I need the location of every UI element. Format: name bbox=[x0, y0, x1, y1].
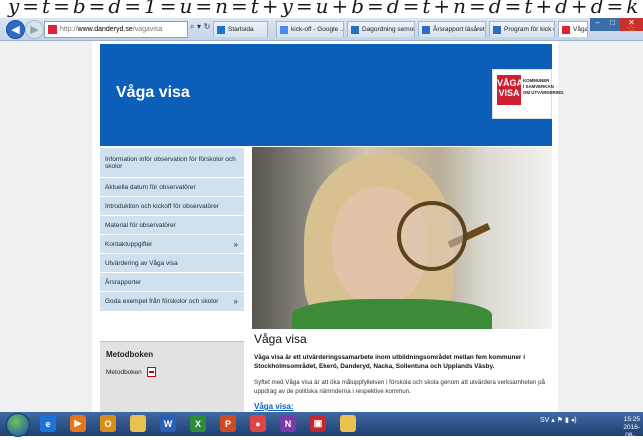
clock-time: 15:25 bbox=[623, 416, 640, 423]
sidebar-menu-item[interactable]: Material för observatörer bbox=[100, 216, 244, 235]
double-chevron-right-icon: » bbox=[233, 297, 238, 306]
ie-icon[interactable]: e bbox=[40, 415, 56, 432]
doc-icon bbox=[422, 25, 430, 34]
page-container: Våga visa VÅGA VISA KOMMUNER I SAMVERKAN… bbox=[92, 41, 564, 412]
onenote-icon[interactable]: N bbox=[280, 415, 296, 432]
main-content: Våga visa Våga visa är ett utvärderingss… bbox=[254, 332, 550, 411]
word-icon[interactable]: W bbox=[160, 415, 176, 432]
browser-tab-label: Våga visa - Dan... bbox=[573, 26, 588, 33]
site-header: Våga visa VÅGA VISA KOMMUNER I SAMVERKAN… bbox=[100, 44, 564, 146]
home-icon[interactable]: ⌂ bbox=[610, 22, 617, 34]
metodboken-link[interactable]: Metodboken bbox=[106, 367, 156, 377]
folder-icon[interactable] bbox=[130, 415, 146, 432]
browser-tab-label: Årsrapport läsåret ... bbox=[433, 26, 485, 33]
minimize-button[interactable]: – bbox=[590, 18, 605, 31]
site-icon bbox=[562, 25, 570, 34]
sidebar-menu-item-label: Material för observatörer bbox=[105, 221, 176, 229]
logo-text: KOMMUNER I SAMVERKAN OM UTVÄRDERING bbox=[523, 78, 564, 96]
sidebar-menu-item-label: Goda exempel från förskolor och skolor bbox=[105, 298, 219, 305]
chrome-icon[interactable]: ● bbox=[250, 415, 266, 432]
browser-tab-label: kick-off - Google ... bbox=[291, 26, 344, 33]
url-host: www.danderyd.se bbox=[77, 26, 133, 33]
sidebar-menu-item[interactable]: Information inför observation för försko… bbox=[100, 148, 244, 178]
sidebar-menu-item-label: Aktuella datum för observatörer bbox=[105, 183, 196, 191]
start-button[interactable] bbox=[6, 413, 30, 437]
sidebar-menu-item-label: Årsrapporter bbox=[105, 278, 142, 286]
media-icon[interactable]: ▶ bbox=[70, 415, 86, 432]
doc-icon bbox=[493, 25, 501, 34]
site-favicon-icon bbox=[48, 25, 57, 34]
metodboken-title: Metodboken bbox=[106, 350, 154, 359]
browser-tab[interactable]: Startsida bbox=[213, 21, 268, 37]
google-icon bbox=[280, 25, 288, 34]
handwritten-scribble: y=t=b=d=1=u=n=t+y=u+b=d=t+n=d=t+d+d=k=v bbox=[0, 0, 643, 18]
forward-arrow-icon: ▶ bbox=[30, 23, 39, 36]
site-title[interactable]: Våga visa bbox=[116, 84, 190, 102]
handwritten-text: y=t=b=d=1=u=n=t+y=u+b=d=t+n=d=t+d+d=k=v bbox=[8, 0, 643, 18]
magnifying-glass-icon bbox=[397, 201, 467, 271]
back-button[interactable]: ◀ bbox=[6, 20, 25, 39]
excel-icon[interactable]: X bbox=[190, 415, 206, 432]
powerpoint-icon[interactable]: P bbox=[220, 415, 236, 432]
taskbar: e ▶ O W X P ● N ▣ SV ▴ ⚑ ▮ ◂) 15:25 2016-08-... bbox=[0, 412, 643, 439]
clock-date: 2016-08-... bbox=[623, 424, 640, 439]
double-chevron-right-icon: » bbox=[233, 239, 238, 249]
url-path: /vagavisa bbox=[132, 26, 163, 33]
folder-icon-2[interactable] bbox=[340, 415, 356, 432]
sidebar-menu-item[interactable]: Goda exempel från förskolor och skolor » bbox=[100, 292, 244, 312]
sidebar-menu-item-label: Introduktion och kickoff för observatöre… bbox=[105, 202, 220, 210]
system-tray[interactable]: SV ▴ ⚑ ▮ ◂) bbox=[540, 416, 577, 424]
browser-toolbar: ◀ ▶ http://www.danderyd.se/vagavisa ⌕ ▾ … bbox=[0, 18, 643, 41]
hero-image bbox=[252, 147, 552, 329]
address-tools[interactable]: ⌕ ▾ ↻ bbox=[190, 22, 210, 32]
clock[interactable]: 15:25 2016-08-... bbox=[616, 416, 640, 440]
body-paragraph: Syftet med Våga visa är att öka måluppfy… bbox=[254, 379, 545, 395]
forward-button[interactable]: ▶ bbox=[25, 20, 44, 39]
sidebar-menu-item-label: Utvärdering av Våga visa bbox=[105, 259, 178, 267]
sidebar-menu-item[interactable]: Kontaktuppgifter » bbox=[100, 235, 244, 254]
url-prefix: http:// bbox=[60, 26, 78, 33]
app-icon[interactable]: ▣ bbox=[310, 415, 326, 432]
sidebar-menu-item[interactable]: Utvärdering av Våga visa bbox=[100, 254, 244, 273]
sidebar-menu: Information inför observation för försko… bbox=[100, 148, 244, 312]
hero-shirt-shape bbox=[292, 299, 492, 329]
browser-tab[interactable]: Dagordning semor... bbox=[347, 21, 415, 37]
browser-tab[interactable]: Program för kick o... bbox=[489, 21, 555, 37]
sidebar-menu-item-label: Information inför observation för försko… bbox=[105, 155, 236, 170]
browser-tab[interactable]: kick-off - Google ... bbox=[276, 21, 344, 37]
metodboken-link-label: Metodboken bbox=[106, 368, 142, 376]
pdf-icon bbox=[146, 367, 156, 377]
browser-tab-label: Dagordning semor... bbox=[362, 26, 415, 33]
sidebar-menu-item[interactable]: Introduktion och kickoff för observatöre… bbox=[100, 197, 244, 216]
browser-tab-label: Startsida bbox=[228, 26, 254, 33]
vaga-visa-logo[interactable]: VÅGA VISA KOMMUNER I SAMVERKAN OM UTVÄRD… bbox=[492, 69, 564, 119]
sidebar-menu-item[interactable]: Årsrapporter bbox=[100, 273, 244, 292]
page-viewport: Våga visa VÅGA VISA KOMMUNER I SAMVERKAN… bbox=[0, 41, 643, 412]
subheading-link[interactable]: Våga visa: bbox=[254, 402, 550, 411]
browser-tab-label: Program för kick o... bbox=[504, 26, 554, 33]
doc-icon bbox=[351, 25, 359, 34]
intro-text: Våga visa är ett utvärderingssamarbete i… bbox=[254, 354, 525, 370]
browser-tab[interactable]: Våga visa - Dan...× bbox=[558, 21, 588, 37]
back-arrow-icon: ◀ bbox=[11, 23, 20, 36]
logo-text-line: OM UTVÄRDERING bbox=[523, 90, 564, 95]
logo-mark: VÅGA VISA bbox=[497, 75, 523, 105]
sidebar-menu-item[interactable]: Aktuella datum för observatörer bbox=[100, 178, 244, 197]
outlook-icon[interactable]: O bbox=[100, 415, 116, 432]
address-bar[interactable]: http://www.danderyd.se/vagavisa bbox=[44, 21, 188, 38]
sidebar-menu-item-label: Kontaktuppgifter bbox=[105, 240, 153, 248]
browser-tab[interactable]: Årsrapport läsåret ... bbox=[418, 21, 486, 37]
page-heading: Våga visa bbox=[254, 332, 307, 346]
metodboken-box: Metodboken Metodboken bbox=[100, 341, 244, 412]
favorites-star-icon[interactable]: ☆ bbox=[626, 22, 636, 35]
ie-icon bbox=[217, 25, 225, 34]
